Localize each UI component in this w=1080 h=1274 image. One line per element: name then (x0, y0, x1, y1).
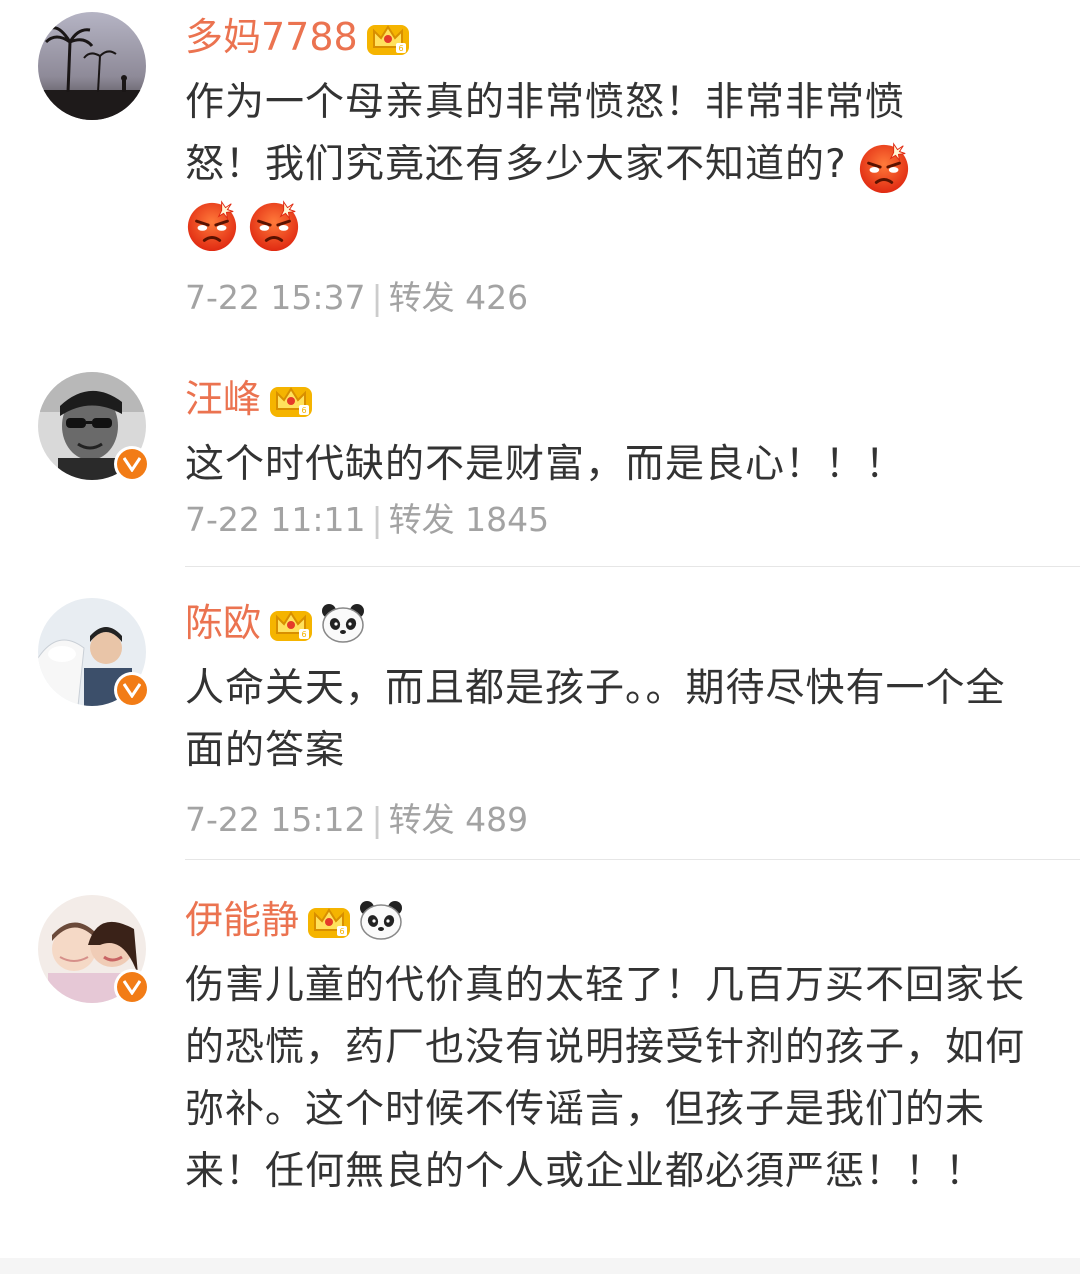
repost-count[interactable]: 489 (465, 800, 528, 839)
comment-meta: 7-22 15:37 | 转发 426 (185, 276, 528, 320)
timestamp: 7-22 11:11 (185, 500, 366, 539)
name-row: 多妈7788 (185, 12, 410, 62)
comment-text: 作为一个母亲真的非常愤怒！非常非常愤 怒！我们究竟还有多少大家不知道的? (185, 72, 1025, 252)
name-row: 伊能静 (185, 895, 403, 945)
avatar[interactable] (38, 12, 146, 120)
crown-icon[interactable] (366, 17, 410, 57)
timestamp: 7-22 15:37 (185, 278, 366, 317)
meta-separator: | (371, 278, 383, 317)
comment-item: 汪峰 这个时代缺的不是财富，而是良心！！！ 7-22 11:11 | 转发 1845 (0, 350, 1080, 568)
angry-emoji-icon (857, 140, 911, 194)
username[interactable]: 陈欧 (185, 598, 261, 648)
comment-text-line: 作为一个母亲真的非常愤怒！非常非常愤 (185, 80, 906, 125)
crown-icon[interactable] (269, 379, 313, 419)
repost-count[interactable]: 426 (465, 278, 528, 317)
comment-item: 多妈7788 作为一个母亲真的非常愤怒！非常非常愤 怒！我们究竟还有多少大家不知… (0, 0, 1080, 350)
bottom-edge (0, 1258, 1080, 1274)
panda-icon[interactable] (321, 603, 365, 643)
comment-text: 伤害儿童的代价真的太轻了！几百万买不回家长的恐慌，药厂也没有说明接受针剂的孩子，… (185, 963, 1026, 1194)
meta-separator: | (371, 500, 383, 539)
repost-label[interactable]: 转发 (389, 500, 455, 539)
meta-separator: | (371, 800, 383, 839)
angry-emoji-icon (185, 198, 239, 252)
emoji-row (185, 198, 1025, 252)
comment-text: 这个时代缺的不是财富，而是良心！！！ (185, 442, 906, 487)
repost-label[interactable]: 转发 (389, 800, 455, 839)
verified-badge (114, 446, 150, 482)
repost-label[interactable]: 转发 (389, 278, 455, 317)
verified-badge (114, 969, 150, 1005)
divider (185, 859, 1080, 860)
name-row: 汪峰 (185, 374, 313, 424)
repost-count[interactable]: 1845 (465, 500, 549, 539)
comment-item: 陈欧 人命关天，而且都是孩子。。期待尽快有一个全面的答案 7-22 15:12 |… (0, 568, 1080, 861)
crown-icon[interactable] (269, 603, 313, 643)
verified-v-icon (123, 683, 141, 698)
comment-text: 人命关天，而且都是孩子。。期待尽快有一个全面的答案 (185, 666, 1006, 773)
comment-item: 伊能静 伤害儿童的代价真的太轻了！几百万买不回家长的恐慌，药厂也没有说明接受针剂… (0, 861, 1080, 1258)
angry-emoji-icon (247, 198, 301, 252)
username[interactable]: 多妈7788 (185, 12, 358, 62)
comment-text-line-content: 怒！我们究竟还有多少大家不知道的? (185, 142, 847, 187)
verified-v-icon (123, 457, 141, 472)
comment-text-line: 怒！我们究竟还有多少大家不知道的? (185, 134, 1025, 196)
divider (185, 566, 1080, 567)
verified-badge (114, 672, 150, 708)
timestamp: 7-22 15:12 (185, 800, 366, 839)
verified-v-icon (123, 980, 141, 995)
panda-icon[interactable] (359, 900, 403, 940)
name-row: 陈欧 (185, 598, 365, 648)
comment-meta: 7-22 11:11 | 转发 1845 (185, 498, 549, 542)
comment-meta: 7-22 15:12 | 转发 489 (185, 798, 528, 842)
username[interactable]: 伊能静 (185, 895, 299, 945)
crown-icon[interactable] (307, 900, 351, 940)
comment-feed: 多妈7788 作为一个母亲真的非常愤怒！非常非常愤 怒！我们究竟还有多少大家不知… (0, 0, 1080, 1274)
username[interactable]: 汪峰 (185, 374, 261, 424)
